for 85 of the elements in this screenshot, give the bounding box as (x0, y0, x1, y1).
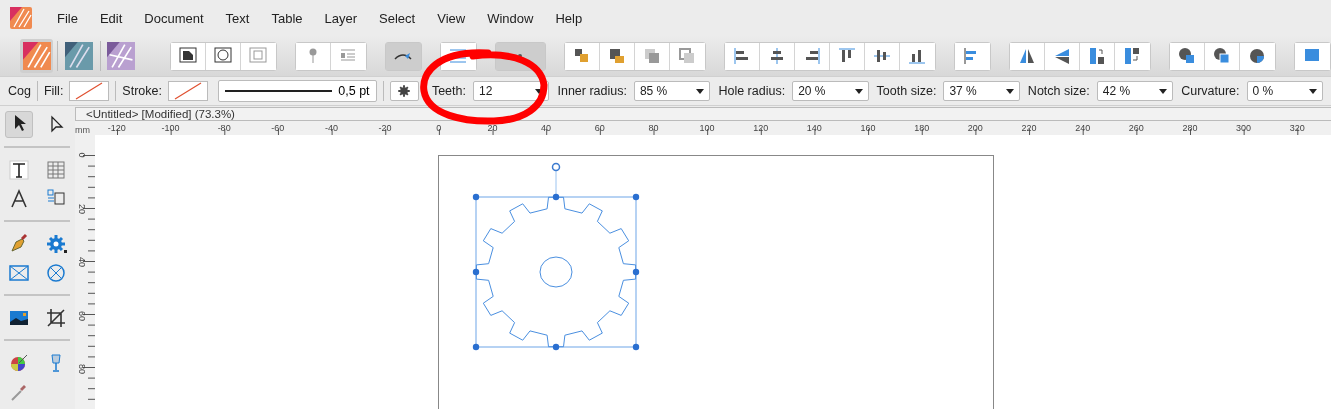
ruler-label: 80 (647, 123, 660, 133)
designer-icon (65, 42, 93, 70)
crop-icon (45, 306, 67, 329)
ruler-label: 260 (1127, 123, 1145, 133)
value-dropdown[interactable]: 42 % (1096, 81, 1174, 101)
value-dropdown[interactable]: 85 % (633, 81, 711, 101)
gear-icon (397, 84, 412, 98)
ruler-label: 60 (593, 123, 606, 133)
ruler-label: 80 (77, 363, 87, 377)
ruler-label: 240 (1074, 123, 1092, 133)
toolbar-button[interactable] (564, 42, 600, 70)
toolbar-button[interactable] (1169, 42, 1205, 70)
field-label: Teeth: (431, 84, 466, 98)
caret-icon (1005, 88, 1014, 94)
ruler-label: 60 (77, 309, 87, 323)
table-tool-icon (45, 158, 67, 181)
menu-item[interactable]: Layer (313, 10, 369, 26)
menu-item[interactable]: View (426, 10, 477, 26)
toolbar-button[interactable] (1009, 42, 1045, 70)
value-dropdown[interactable]: 12 (472, 81, 550, 101)
app-logo-icon (10, 7, 32, 29)
menu-item[interactable]: Edit (88, 10, 134, 26)
persona-button[interactable] (62, 39, 96, 73)
artistic-text-icon (8, 187, 30, 210)
publisher-icon (22, 42, 51, 70)
menu-item[interactable]: Window (476, 10, 545, 26)
ruler-label: 220 (1020, 123, 1038, 133)
toolbar-button[interactable] (724, 42, 760, 70)
ruler-label: -60 (270, 123, 286, 133)
ruler-label: 120 (752, 123, 770, 133)
caret-icon (854, 88, 863, 94)
menu-item[interactable]: Help (544, 10, 594, 26)
ruler-label: -20 (377, 123, 393, 133)
stroke-label: Stroke: (122, 84, 162, 98)
tool-button[interactable] (5, 111, 33, 138)
persona-button[interactable] (104, 39, 138, 73)
ruler-label: -100 (160, 123, 181, 133)
ruler-label: -120 (106, 123, 127, 133)
ruler-label: 280 (1181, 123, 1199, 133)
ruler-label: 200 (966, 123, 984, 133)
ruler-label: 20 (77, 202, 87, 216)
ruler-label: 180 (913, 123, 931, 133)
persona-button[interactable] (20, 39, 54, 73)
menu-item[interactable]: Document (133, 10, 215, 26)
field-label: Notch size: (1027, 84, 1090, 98)
caret-icon (1159, 88, 1168, 94)
caret-icon (1309, 88, 1318, 94)
field-label: Hole radius: (718, 84, 786, 98)
stroke-swatch[interactable] (167, 81, 208, 101)
toolbar-button[interactable] (170, 42, 206, 70)
cross-circle-icon (45, 261, 67, 284)
ruler-label: 140 (805, 123, 823, 133)
menu-item[interactable]: Table (260, 10, 314, 26)
ruler-label: -40 (323, 123, 339, 133)
stroke-width-control[interactable]: 0,5 pt (217, 80, 377, 102)
field-label: Curvature: (1181, 84, 1240, 98)
ruler-label: 40 (77, 256, 87, 270)
menu-item[interactable]: Select (368, 10, 427, 26)
ruler-label: 0 (435, 123, 443, 133)
pen-icon (8, 232, 30, 255)
ruler-label: 0 (77, 151, 87, 160)
tool-name: Cog (8, 84, 31, 98)
fill-swatch[interactable] (69, 81, 110, 101)
ruler-label: 100 (698, 123, 716, 133)
cog-settings-button[interactable] (389, 81, 419, 101)
ruler-label: 160 (859, 123, 877, 133)
fill-label: Fill: (43, 84, 64, 98)
ruler-label: -80 (216, 123, 232, 133)
ruler-label: 40 (540, 123, 553, 133)
ruler-label: 20 (486, 123, 499, 133)
photo-icon (107, 42, 136, 70)
caret-icon (696, 88, 705, 94)
ruler-label: 300 (1235, 123, 1253, 133)
gear-icon (45, 232, 67, 255)
field-label: Tooth size: (876, 84, 937, 98)
value-dropdown[interactable]: 37 % (943, 81, 1020, 101)
ruler-label: 320 (1288, 123, 1306, 133)
ruler-unit: mm (75, 124, 90, 135)
menu-item[interactable]: File (46, 10, 89, 26)
field-label: Inner radius: (557, 84, 627, 98)
text-tool-icon (8, 158, 30, 181)
document-tab[interactable]: <Untitled> [Modified] (73.3%) (86, 108, 235, 120)
value-dropdown[interactable]: 0 % (1246, 81, 1324, 101)
value-dropdown[interactable]: 20 % (792, 81, 869, 101)
menu-item[interactable]: Text (214, 10, 261, 26)
